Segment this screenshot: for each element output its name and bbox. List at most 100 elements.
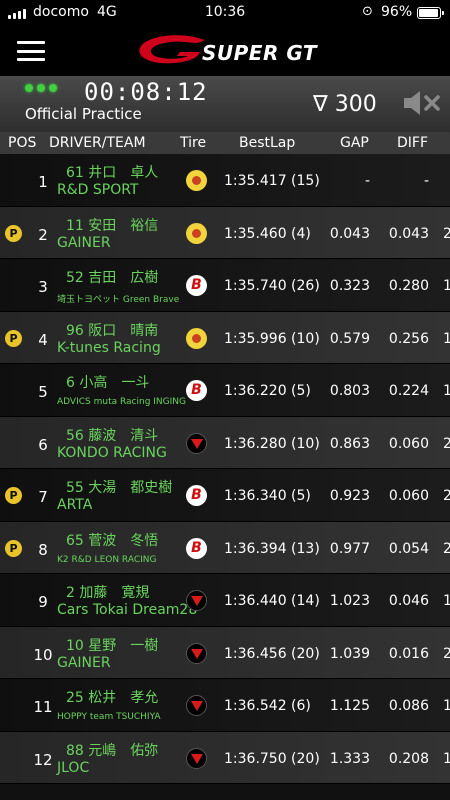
hamburger-menu-button[interactable] bbox=[17, 41, 45, 61]
best-lap-time: 1:36.394 (13) bbox=[224, 540, 320, 557]
diff-value: 0.054 bbox=[388, 540, 429, 557]
gap-value: 0.043 bbox=[329, 225, 370, 242]
driver-name: 96 阪口 晴南 bbox=[66, 322, 159, 339]
best-lap-time: 1:36.456 (20) bbox=[224, 645, 320, 662]
result-row[interactable]: P7 55 大湯 都史樹ARTA 1:36.340 (5) 0.923 0.060 2 bbox=[0, 469, 450, 522]
column-tire[interactable]: Tire bbox=[180, 135, 206, 151]
row-extra-value: 2 bbox=[443, 540, 450, 557]
speaker-mute-icon[interactable] bbox=[402, 90, 442, 116]
column-driver-team[interactable]: DRIVER/TEAM bbox=[49, 135, 146, 151]
column-gap[interactable]: GAP bbox=[340, 135, 369, 151]
tire-dunlop-icon bbox=[186, 327, 207, 349]
column-pos[interactable]: POS bbox=[8, 135, 36, 151]
diff-value: 0.043 bbox=[388, 225, 429, 242]
team-name: GAINER bbox=[57, 654, 111, 671]
row-position: 2 bbox=[38, 225, 48, 244]
status-bar: docomo 4G 10:36 ⊙ 96% bbox=[0, 0, 450, 26]
best-lap-time: 1:36.220 (5) bbox=[224, 383, 311, 399]
gap-value: 1.125 bbox=[329, 698, 370, 714]
result-row[interactable]: 9 2 加藤 寛規 Cars Tokai Dream28 1:36.440 (14) 1… bbox=[0, 574, 450, 627]
row-extra-value: 1 bbox=[443, 698, 450, 714]
team-name: HOPPY team TSUCHIYA bbox=[57, 712, 161, 722]
driver-name: 88 元嶋 佑弥 bbox=[66, 742, 159, 759]
result-row[interactable]: P 2 11 安田 裕信 GAINER 1:35.460 (4) 0.043 0.043 2 bbox=[0, 206, 450, 259]
result-row[interactable]: 6 56 藤波 清斗 KONDO RACING 1:36.280 (10) 0.863 0… bbox=[0, 416, 450, 469]
team-name: Cars Tokai Dream28 bbox=[57, 602, 198, 618]
gap-value: 1.023 bbox=[329, 593, 370, 609]
result-row[interactable]: 3 52 吉田 広樹埼玉トヨペット Green Brave 1:35.740 (26… bbox=[0, 259, 450, 312]
result-row[interactable]: 5 6 小高 一斗 ADVICS muta Racing INGING 1:36.22… bbox=[0, 364, 450, 417]
diff-value: 0.224 bbox=[388, 383, 429, 399]
driver-name: 55 大湯 都史樹 bbox=[66, 480, 173, 496]
team-name: KONDO RACING bbox=[57, 444, 167, 461]
diff-value: 0.016 bbox=[388, 645, 429, 662]
driver-name: 61 井口 卓人 bbox=[66, 165, 159, 181]
pit-indicator-icon: P bbox=[5, 539, 22, 557]
result-row[interactable]: 10 10 星野 一樹 GAINER 1:36.456 (20) 1.039 0.016 2 bbox=[0, 626, 450, 679]
row-extra-value: 1 bbox=[443, 330, 450, 347]
gap-value: 1.333 bbox=[329, 750, 370, 767]
driver-name: 65 菅波 冬悟 bbox=[66, 532, 159, 549]
best-lap-time: 1:36.340 (5) bbox=[224, 488, 311, 504]
tire-bridgestone-icon bbox=[186, 485, 207, 506]
row-extra-value: 1 bbox=[443, 383, 450, 399]
tire-yokohama-icon bbox=[186, 642, 207, 664]
team-name: JLOC bbox=[57, 759, 90, 776]
pit-indicator-icon: P bbox=[5, 487, 22, 504]
session-timer: 00:08:12 bbox=[84, 78, 208, 106]
row-position: 9 bbox=[38, 593, 48, 611]
team-name: 埼玉トヨペット Green Brave bbox=[57, 295, 180, 305]
team-name: K-tunes Racing bbox=[57, 339, 161, 356]
logo-swoosh-icon bbox=[139, 35, 204, 64]
result-row[interactable]: P8 65 菅波 冬悟 K2 R&D LEON RACING 1:36.394 (13… bbox=[0, 521, 450, 574]
gap-value: 0.803 bbox=[329, 383, 370, 399]
best-lap-time: 1:36.542 (6) bbox=[224, 698, 311, 714]
orientation-lock-icon: ⊙ bbox=[362, 4, 373, 19]
tire-dunlop-icon bbox=[186, 222, 207, 244]
gap-value: 1.039 bbox=[329, 645, 370, 662]
best-lap-time: 1:35.460 (4) bbox=[224, 225, 311, 242]
row-extra-value: 1 bbox=[443, 750, 450, 767]
team-name: ARTA bbox=[57, 497, 93, 513]
row-position: 6 bbox=[38, 435, 48, 454]
diff-value: 0.280 bbox=[388, 278, 429, 294]
result-row[interactable]: 12 88 元嶋 佑弥 JLOC 1:36.750 (20) 1.333 0.208 1 bbox=[0, 731, 450, 784]
best-lap-time: 1:36.440 (14) bbox=[224, 593, 320, 609]
diff-value: 0.086 bbox=[388, 698, 429, 714]
best-lap-time: 1:35.417 (15) bbox=[224, 173, 320, 189]
team-name: ADVICS muta Racing INGING bbox=[57, 397, 186, 407]
driver-name: 2 加藤 寛規 bbox=[66, 585, 150, 601]
app-header: SUPER GT bbox=[0, 26, 450, 76]
row-position: 12 bbox=[33, 750, 53, 769]
column-best-lap[interactable]: BestLap bbox=[239, 135, 295, 151]
team-name: R&D SPORT bbox=[57, 182, 139, 198]
result-row[interactable]: 11 25 松井 孝允 HOPPY team TSUCHIYA 1:36.542 (6… bbox=[0, 679, 450, 732]
best-lap-time: 1:36.280 (10) bbox=[224, 435, 320, 452]
driver-name: 10 星野 一樹 bbox=[66, 637, 159, 654]
super-gt-logo: SUPER GT bbox=[136, 34, 317, 68]
diff-value: 0.256 bbox=[388, 330, 429, 347]
diff-value: - bbox=[423, 173, 429, 189]
battery-icon bbox=[417, 7, 444, 19]
session-status-lights bbox=[25, 84, 57, 92]
gap-value: 0.977 bbox=[329, 540, 370, 557]
row-extra-value: 1 bbox=[443, 278, 450, 294]
driver-name: 6 小高 一斗 bbox=[66, 375, 150, 391]
result-row[interactable]: P 4 96 阪口 晴南 K-tunes Racing 1:35.996 (10) 0.5… bbox=[0, 311, 450, 364]
session-bar bbox=[0, 76, 450, 132]
row-position: 5 bbox=[38, 383, 48, 401]
tire-yokohama-icon bbox=[186, 432, 207, 454]
gap-value: 0.923 bbox=[329, 488, 370, 504]
tire-dunlop-icon bbox=[186, 170, 207, 191]
row-extra-value: 2 bbox=[443, 225, 450, 242]
row-position: 1 bbox=[38, 173, 48, 191]
row-position: 7 bbox=[38, 488, 48, 506]
column-diff[interactable]: DIFF bbox=[397, 135, 428, 151]
tire-bridgestone-icon bbox=[186, 380, 207, 401]
result-row[interactable]: 1 61 井口 卓人 R&D SPORT 1:35.417 (15) - - bbox=[0, 154, 450, 207]
driver-name: 25 松井 孝允 bbox=[66, 690, 159, 706]
column-header-row: POS DRIVER/TEAM Tire BestLap GAP DIFF bbox=[0, 132, 450, 154]
tire-bridgestone-icon bbox=[186, 275, 207, 296]
pit-indicator-icon: P bbox=[5, 329, 22, 347]
session-name: Official Practice bbox=[25, 105, 142, 123]
